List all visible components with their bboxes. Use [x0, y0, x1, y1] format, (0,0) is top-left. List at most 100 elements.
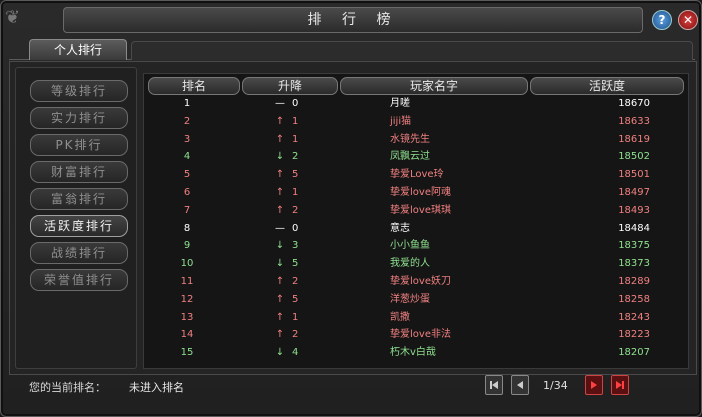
table-row[interactable]: 7 ↑ 2 挚爱love琪琪 18493: [144, 203, 688, 219]
column-header-player-name[interactable]: 玩家名字: [340, 77, 528, 95]
trend-none-icon: —: [275, 222, 285, 234]
rank-cell: 9: [183, 240, 191, 252]
rank-cell: 11: [180, 276, 194, 287]
rank-cell: 15: [180, 347, 194, 359]
column-header-rank[interactable]: 排名: [148, 77, 240, 95]
prev-page-button[interactable]: [511, 375, 529, 395]
rank-cell: 5: [183, 169, 191, 181]
activity-cell: 18497: [618, 187, 650, 198]
activity-cell: 18493: [618, 204, 650, 216]
change-value: 2: [292, 329, 299, 341]
category-sidebar: 等级排行 实力排行 PK排行 财富排行 富翁排行 活跃度排行 战绩排行 荣誉值排…: [15, 67, 137, 369]
trend-up-icon: ↑: [275, 329, 285, 341]
player-name-cell: 洋葱炒蛋: [390, 293, 430, 305]
rank-cell: 8: [183, 222, 191, 234]
table-row[interactable]: 8 — 0 意志 18484: [144, 221, 688, 237]
change-value: 1: [292, 311, 299, 323]
trend-down-icon: ↓: [275, 240, 285, 252]
table-row[interactable]: 1 — 0 月嗟 18670: [144, 96, 688, 112]
rank-cell: 3: [183, 133, 191, 145]
activity-cell: 18289: [618, 276, 650, 287]
first-page-button[interactable]: [485, 375, 503, 395]
player-name-cell: 凤飘云过: [390, 151, 430, 163]
change-value: 1: [292, 115, 299, 127]
change-value: 0: [292, 98, 299, 109]
activity-cell: 18501: [618, 169, 650, 181]
sidebar-item-pk[interactable]: PK排行: [30, 134, 128, 156]
player-name-cell: 意志: [390, 222, 410, 234]
table-row[interactable]: 6 ↑ 1 挚爱love阿魂 18497: [144, 185, 688, 201]
sidebar-item-level[interactable]: 等级排行: [30, 80, 128, 102]
change-value: 3: [292, 240, 299, 252]
status-bar: 您的当前排名： 未进入排名 1/34: [9, 375, 695, 395]
rank-cell: 10: [180, 258, 194, 270]
player-name-cell: 挚爱love非法: [390, 329, 451, 341]
page-indicator: 1/34: [543, 379, 568, 392]
sidebar-item-activity[interactable]: 活跃度排行: [30, 215, 128, 237]
trend-up-icon: ↑: [275, 133, 285, 145]
last-page-button[interactable]: [611, 375, 629, 395]
table-row[interactable]: 2 ↑ 1 jiji猫 18633: [144, 114, 688, 130]
change-value: 2: [292, 151, 299, 163]
table-row[interactable]: 15 ↓ 4 朽木v白哉 18207: [144, 345, 688, 361]
player-name-cell: 我爱的人: [390, 258, 430, 270]
activity-cell: 18633: [618, 115, 650, 127]
table-row[interactable]: 4 ↓ 2 凤飘云过 18502: [144, 149, 688, 165]
activity-cell: 18243: [618, 311, 650, 323]
sidebar-item-battle[interactable]: 战绩排行: [30, 242, 128, 264]
change-value: 1: [292, 133, 299, 145]
table-row[interactable]: 10 ↓ 5 我爱的人 18373: [144, 256, 688, 272]
change-value: 5: [292, 169, 299, 181]
table-row[interactable]: 14 ↑ 2 挚爱love非法 18223: [144, 327, 688, 343]
close-button[interactable]: ✕: [678, 10, 698, 30]
tab-strip-filler: [131, 41, 693, 60]
ranking-window: ❦ 排 行 榜 ? ✕ 个人排行 等级排行 实力排行 PK排行 财富排行 富翁排…: [0, 0, 702, 417]
table-row[interactable]: 9 ↓ 3 小小鱼鱼 18375: [144, 238, 688, 254]
trend-down-icon: ↓: [275, 347, 285, 359]
next-page-icon: [591, 381, 597, 389]
rank-cell: 1: [183, 98, 191, 109]
last-page-icon: [616, 381, 624, 389]
player-name-cell: 小小鱼鱼: [390, 240, 430, 252]
table-row[interactable]: 5 ↑ 5 挚爱Love玲 18501: [144, 167, 688, 183]
trend-up-icon: ↑: [275, 276, 285, 287]
change-value: 2: [292, 204, 299, 216]
activity-cell: 18258: [618, 293, 650, 305]
table-row[interactable]: 11 ↑ 2 挚爱love妖刀 18289: [144, 274, 688, 290]
trend-up-icon: ↑: [275, 204, 285, 216]
ranking-table: 排名 升降 玩家名字 活跃度 1—0 月嗟 18670 2 ↑ 1 jiji猫 18633 3 ↑…: [143, 73, 689, 369]
player-name-cell: 挚爱love琪琪: [390, 204, 451, 216]
table-row[interactable]: 12 ↑ 5 洋葱炒蛋 18258: [144, 292, 688, 308]
sidebar-item-rich[interactable]: 富翁排行: [30, 188, 128, 210]
change-value: 5: [292, 258, 299, 270]
column-header-change[interactable]: 升降: [242, 77, 338, 95]
tab-personal-ranking[interactable]: 个人排行: [29, 39, 127, 60]
column-header-activity[interactable]: 活跃度: [530, 77, 684, 95]
sidebar-item-wealth[interactable]: 财富排行: [30, 161, 128, 183]
next-page-button[interactable]: [585, 375, 603, 395]
left-wing-ornament: ❦: [5, 7, 21, 28]
activity-cell: 18207: [618, 347, 650, 359]
table-row[interactable]: 3 ↑ 1 水镜先生 18619: [144, 132, 688, 148]
current-rank-value: 未进入排名: [129, 381, 184, 394]
window-title: 排 行 榜: [63, 7, 643, 33]
prev-page-icon: [517, 381, 523, 389]
trend-none-icon: —: [275, 98, 285, 109]
activity-cell: 18375: [618, 240, 650, 252]
rank-cell: 13: [180, 311, 194, 323]
tab-strip: 个人排行: [9, 37, 695, 60]
rank-cell: 12: [180, 293, 194, 305]
rank-cell: 6: [183, 187, 191, 198]
sidebar-item-honor[interactable]: 荣誉值排行: [30, 269, 128, 291]
sidebar-item-strength[interactable]: 实力排行: [30, 107, 128, 129]
change-value: 2: [292, 276, 299, 287]
help-button[interactable]: ?: [652, 10, 672, 30]
player-name-cell: 水镜先生: [390, 133, 430, 145]
rank-cell: 4: [183, 151, 191, 163]
change-value: 5: [292, 293, 299, 305]
activity-cell: 18223: [618, 329, 650, 341]
table-row[interactable]: 13 ↑ 1 凯撒 18243: [144, 310, 688, 326]
rank-cell: 14: [180, 329, 194, 341]
player-name-cell: 挚爱love阿魂: [390, 187, 451, 198]
trend-up-icon: ↑: [275, 169, 285, 181]
